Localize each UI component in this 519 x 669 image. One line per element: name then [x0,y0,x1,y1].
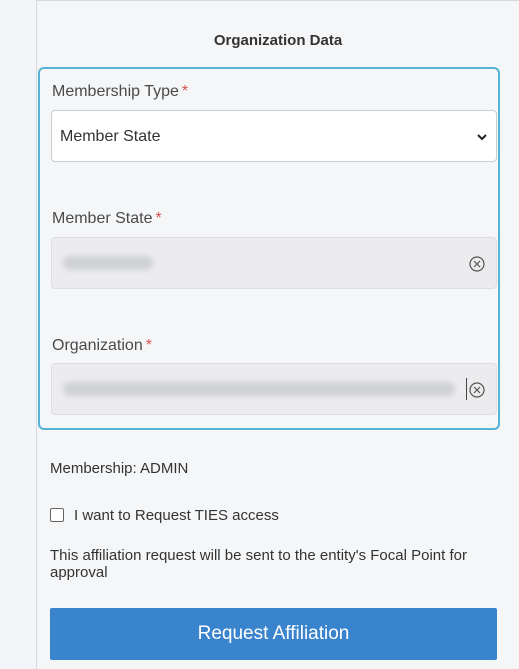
member-state-label-text: Member State [52,210,153,227]
approval-note: This affiliation request will be sent to… [50,547,467,581]
membership-type-select[interactable]: Member State [51,110,497,162]
organization-data-panel: Organization Data Membership Type * Membe… [36,0,519,669]
text-cursor [466,378,467,400]
required-mark: * [181,83,189,100]
chevron-down-icon [477,134,487,141]
panel-title: Organization Data [213,32,343,49]
organization-fieldset: Membership Type * Member State Member Sta… [38,67,500,430]
request-affiliation-button[interactable]: Request Affiliation [50,608,497,660]
organization-label: Organization * [52,337,152,355]
clear-icon[interactable] [468,381,486,399]
membership-type-value: Member State [60,128,161,145]
member-state-input[interactable] [51,237,497,289]
required-mark: * [155,210,162,227]
ties-access-checkbox[interactable] [50,508,64,522]
organization-input[interactable] [51,363,497,415]
ties-access-label[interactable]: I want to Request TIES access [74,507,279,524]
organization-label-text: Organization [52,337,143,354]
required-mark: * [145,337,152,354]
member-state-label: Member State * [52,210,162,228]
ties-access-row[interactable]: I want to Request TIES access [50,505,279,525]
membership-type-label-text: Membership Type [52,83,179,100]
clear-icon[interactable] [468,255,486,273]
redacted-value [63,382,455,396]
membership-role-text: Membership: ADMIN [50,460,189,477]
membership-type-label: Membership Type * [52,83,188,101]
redacted-value [63,256,153,270]
